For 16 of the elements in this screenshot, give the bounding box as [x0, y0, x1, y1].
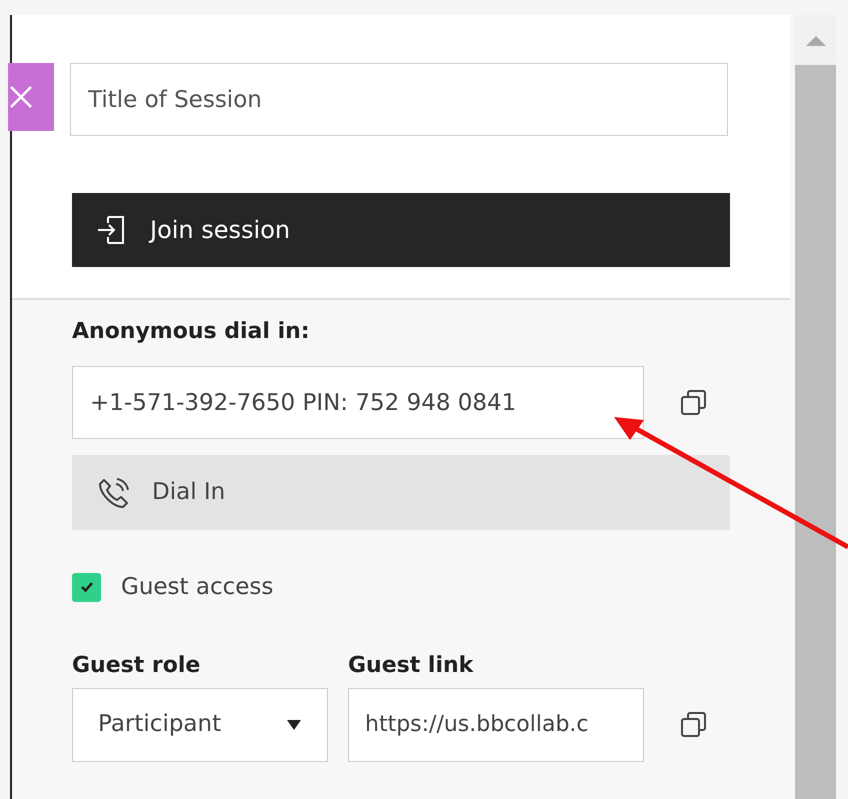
scrollbar-thumb[interactable] [795, 65, 836, 799]
dial-in-button[interactable]: Dial In [72, 455, 730, 530]
dropdown-caret-icon [286, 718, 302, 730]
session-title-field[interactable]: Title of Session [70, 63, 728, 136]
close-icon [8, 84, 34, 110]
guest-access-label: Guest access [121, 573, 274, 602]
guest-link-field[interactable]: https://us.bbcollab.c [348, 688, 644, 762]
dial-in-label: Anonymous dial in: [72, 318, 311, 346]
guest-link-label: Guest link [348, 652, 474, 680]
join-session-button[interactable]: Join session [72, 193, 730, 267]
guest-access-checkbox[interactable] [72, 572, 101, 602]
up-arrow-icon [806, 34, 826, 46]
dial-in-number-field[interactable]: +1-571-392-7650 PIN: 752 948 0841 [72, 366, 644, 439]
guest-role-select[interactable]: Participant [72, 688, 328, 762]
guest-role-label: Guest role [72, 652, 202, 680]
close-button[interactable] [8, 63, 54, 131]
